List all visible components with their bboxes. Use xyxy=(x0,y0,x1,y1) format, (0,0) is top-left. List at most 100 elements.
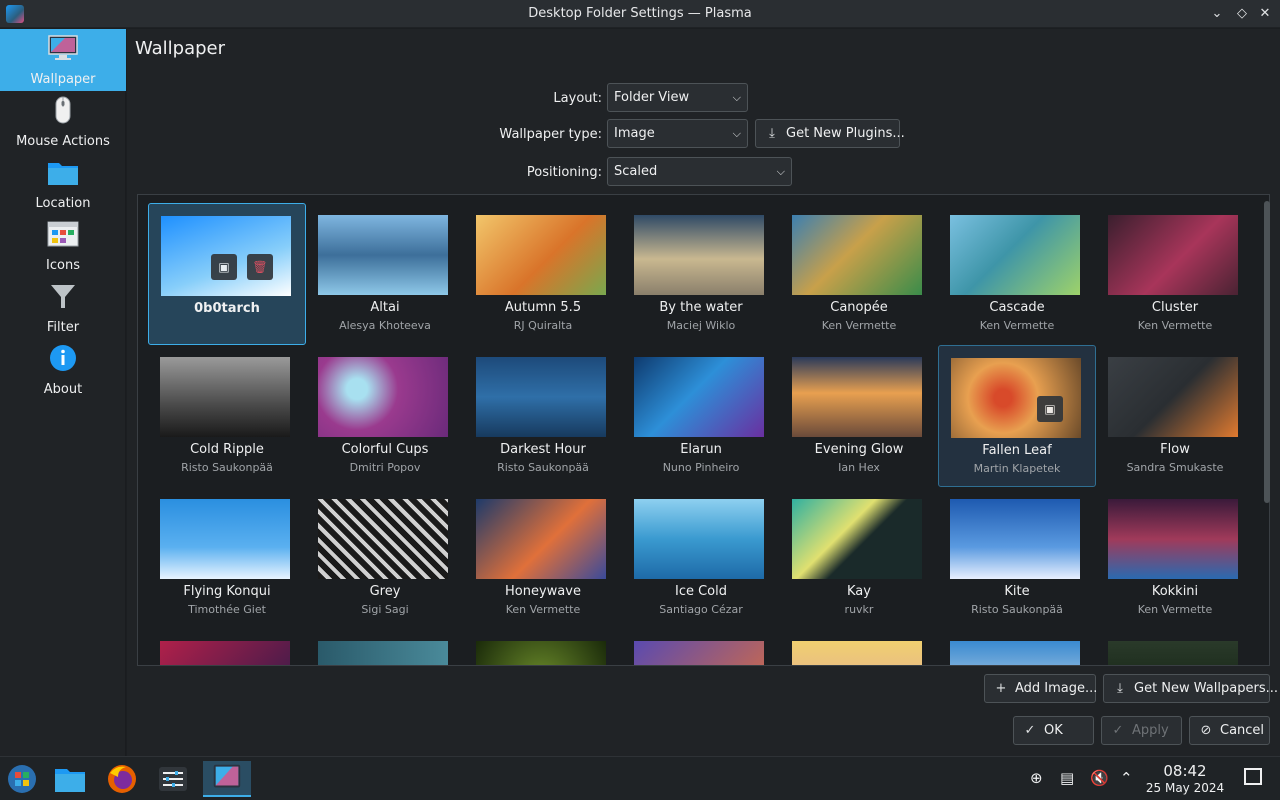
maximize-diamond-icon[interactable]: ◇ xyxy=(1232,4,1252,24)
wallpaper-tile[interactable]: Evening Glow Ian Hex xyxy=(780,345,938,487)
add-image-label: Add Image... xyxy=(1015,681,1098,696)
wallpaper-author: Ken Vermette xyxy=(1137,603,1213,616)
wallpaper-tile[interactable] xyxy=(622,629,780,665)
wallpaper-name: Kokkini xyxy=(1151,584,1199,599)
apply-label: Apply xyxy=(1132,723,1169,738)
start-menu-icon xyxy=(8,765,36,793)
wallpaper-tile[interactable]: Cascade Ken Vermette xyxy=(938,203,1096,345)
sidebar-item-location[interactable]: Location xyxy=(0,153,126,215)
wallpaper-tile[interactable]: Colorful Cups Dmitri Popov xyxy=(306,345,464,487)
taskbar: ⊕ ▤ 🔇 ⌃ 08:42 25 May 2024 xyxy=(0,756,1280,800)
wallpaper-author: Sandra Smukaste xyxy=(1126,461,1224,474)
open-folder-icon[interactable]: ▣ xyxy=(1037,396,1063,422)
sidebar-item-mouse-actions[interactable]: Mouse Actions xyxy=(0,91,126,153)
wallpaper-tile[interactable]: Ice Cold Santiago Cézar xyxy=(622,487,780,629)
wallpaper-tile[interactable] xyxy=(780,629,938,665)
wallpaper-tile[interactable]: Fallen Leaf Martin Klapetek ▣ xyxy=(938,345,1096,487)
wallpaper-tile[interactable]: By the water Maciej Wiklo xyxy=(622,203,780,345)
wallpaper-thumbnail xyxy=(792,641,922,665)
wallpaper-tile[interactable] xyxy=(148,629,306,665)
delete-trash-icon[interactable]: 🗑 xyxy=(247,254,273,280)
open-folder-icon[interactable]: ▣ xyxy=(211,254,237,280)
wallpaper-tile[interactable]: Kokkini Ken Vermette xyxy=(1096,487,1254,629)
wallpaper-thumbnail xyxy=(476,357,606,437)
wallpaper-tile[interactable]: Grey Sigi Sagi xyxy=(306,487,464,629)
wallpaper-tile[interactable]: Darkest Hour Risto Saukonpää xyxy=(464,345,622,487)
wallpaper-tile[interactable]: 0b0tarch ▣ 🗑 xyxy=(148,203,306,345)
start-menu-button[interactable] xyxy=(2,761,42,797)
wallpaper-name: Elarun xyxy=(680,442,722,457)
sidebar-item-icons[interactable]: Icons xyxy=(0,215,126,277)
wallpaper-type-label: Wallpaper type: xyxy=(499,127,602,142)
wallpaper-thumbnail xyxy=(160,499,290,579)
sidebar-item-label: Location xyxy=(35,196,91,211)
wallpaper-tile[interactable]: Flow Sandra Smukaste xyxy=(1096,345,1254,487)
wallpaper-thumbnail xyxy=(1108,215,1238,295)
wallpaper-tile[interactable] xyxy=(464,629,622,665)
wallpaper-thumbnail xyxy=(476,215,606,295)
wallpaper-tile[interactable]: Canopée Ken Vermette xyxy=(780,203,938,345)
sidebar-item-about[interactable]: About xyxy=(0,339,126,401)
add-image-button[interactable]: + Add Image... xyxy=(984,674,1098,703)
wallpaper-thumbnail xyxy=(634,357,764,437)
clipboard-icon[interactable]: ▤ xyxy=(1060,769,1074,787)
minimize-chevron-icon[interactable]: ⌄ xyxy=(1207,4,1227,24)
mouse-icon xyxy=(55,96,71,124)
wallpaper-name: Canopée xyxy=(830,300,888,315)
wallpaper-name: Honeywave xyxy=(505,584,581,599)
positioning-value: Scaled xyxy=(614,164,658,179)
wallpaper-tile[interactable]: Autumn 5.5 RJ Quiralta xyxy=(464,203,622,345)
wallpaper-tile[interactable]: Kay ruvkr xyxy=(780,487,938,629)
tray-expand-chevron-icon[interactable]: ⌃ xyxy=(1120,769,1133,787)
wallpaper-tile[interactable]: Altai Alesya Khoteeva xyxy=(306,203,464,345)
cancel-label: Cancel xyxy=(1220,723,1265,738)
wallpaper-author: Alesya Khoteeva xyxy=(339,319,431,332)
show-desktop-icon[interactable] xyxy=(1244,768,1262,785)
sidebar-item-label: Mouse Actions xyxy=(16,134,110,149)
sidebar-item-label: About xyxy=(43,382,83,397)
clock-date[interactable]: 25 May 2024 xyxy=(1140,781,1230,795)
cancel-button[interactable]: ⊘ Cancel xyxy=(1189,716,1270,745)
wallpaper-tile[interactable]: Flying Konqui Timothée Giet xyxy=(148,487,306,629)
wallpaper-thumbnail xyxy=(318,215,448,295)
positioning-combo[interactable]: Scaled ⌵ xyxy=(607,157,792,186)
grid-scrollbar[interactable] xyxy=(1264,201,1270,503)
get-new-wallpapers-button[interactable]: ⤓ Get New Wallpapers... xyxy=(1103,674,1278,703)
wallpaper-tile[interactable] xyxy=(938,629,1096,665)
ok-button[interactable]: ✓ OK xyxy=(1013,716,1094,745)
sidebar-item-filter[interactable]: Filter xyxy=(0,277,126,339)
plus-icon: + xyxy=(995,681,1007,696)
wallpaper-tile[interactable] xyxy=(1096,629,1254,665)
wallpaper-thumbnail xyxy=(634,215,764,295)
taskbar-file-manager[interactable] xyxy=(50,761,90,797)
wallpaper-grid[interactable]: 0b0tarch ▣ 🗑 Altai Alesya Khoteeva Autumn 5.5… xyxy=(137,194,1270,666)
wallpaper-name: Fallen Leaf xyxy=(982,443,1052,458)
clock-time[interactable]: 08:42 xyxy=(1140,762,1230,780)
wallpaper-tile[interactable]: Elarun Nuno Pinheiro xyxy=(622,345,780,487)
wallpaper-author: Ken Vermette xyxy=(821,319,897,332)
wallpaper-author: RJ Quiralta xyxy=(513,319,573,332)
sidebar-item-wallpaper[interactable]: Wallpaper xyxy=(0,29,126,91)
wallpaper-thumbnail xyxy=(1108,641,1238,665)
wallpaper-type-combo[interactable]: Image ⌵ xyxy=(607,119,748,148)
taskbar-desktop-folder-settings[interactable] xyxy=(203,761,251,797)
wallpaper-tile[interactable]: Honeywave Ken Vermette xyxy=(464,487,622,629)
wallpaper-tile[interactable] xyxy=(306,629,464,665)
apply-button[interactable]: ✓ Apply xyxy=(1101,716,1182,745)
layout-label: Layout: xyxy=(553,91,602,106)
wallpaper-author: Risto Saukonpää xyxy=(971,603,1063,616)
close-icon[interactable]: ✕ xyxy=(1255,4,1275,24)
wallpaper-name: Darkest Hour xyxy=(500,442,586,457)
wallpaper-tile[interactable]: Cold Ripple Risto Saukonpää xyxy=(148,345,306,487)
network-icon[interactable]: ⊕ xyxy=(1030,769,1043,787)
icons-grid-icon xyxy=(47,221,79,247)
taskbar-firefox[interactable] xyxy=(102,761,142,797)
wallpaper-tile[interactable]: Cluster Ken Vermette xyxy=(1096,203,1254,345)
sidebar-item-label: Wallpaper xyxy=(30,72,96,87)
get-new-plugins-button[interactable]: ⤓ Get New Plugins... xyxy=(755,119,905,148)
taskbar-system-settings[interactable] xyxy=(153,761,193,797)
wallpaper-tile[interactable]: Kite Risto Saukonpää xyxy=(938,487,1096,629)
volume-muted-icon[interactable]: 🔇 xyxy=(1090,769,1109,787)
layout-combo[interactable]: Folder View ⌵ xyxy=(607,83,748,112)
page-title: Wallpaper xyxy=(135,38,226,59)
